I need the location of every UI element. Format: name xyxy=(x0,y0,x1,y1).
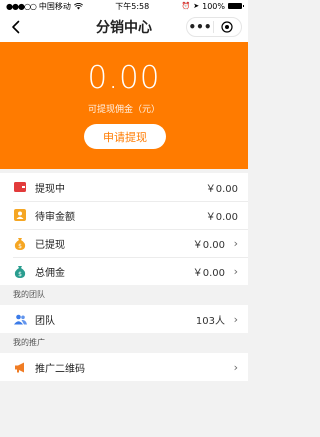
money-bag-icon: $ xyxy=(13,264,27,278)
team-list: 团队 103人 › xyxy=(0,305,248,333)
close-mini-program-button[interactable] xyxy=(214,21,240,33)
svg-text:$: $ xyxy=(18,271,22,278)
promo-section-header: 我的推广 xyxy=(13,338,45,347)
chevron-right-icon: › xyxy=(233,312,238,326)
chevron-right-icon: › xyxy=(233,360,238,374)
row-value: ￥0.00 xyxy=(205,211,238,223)
withdrawable-label: 可提现佣金（元） xyxy=(87,105,160,115)
commission-hero: 0.00 可提现佣金（元） 申请提现 xyxy=(0,42,248,169)
app-screen: ●●●○○ 中国移动 下午5:58 ⏰ ➤ 100% 分销中心 ••• 0.00… xyxy=(0,0,248,437)
mini-program-capsule: ••• xyxy=(186,17,242,37)
row-value: ￥0.00 xyxy=(192,239,225,251)
row-value: ￥0.00 xyxy=(205,183,238,195)
battery-percent: 100% xyxy=(202,1,225,11)
wallet-icon xyxy=(13,180,27,194)
wifi-icon xyxy=(73,2,83,9)
finance-row-pending: 待审金额 ￥0.00 xyxy=(0,201,248,229)
status-bar: ●●●○○ 中国移动 下午5:58 ⏰ ➤ 100% xyxy=(0,0,248,12)
user-card-icon xyxy=(13,208,27,222)
signal-icon: ●●●○○ xyxy=(6,1,37,11)
finance-row-total-commission[interactable]: $ 总佣金 ￥0.00 › xyxy=(0,257,248,285)
finance-list: 提现中 ￥0.00 待审金额 ￥0.00 $ 已提现 ￥0.00 › $ 总佣金… xyxy=(0,173,248,285)
row-label: 已提现 xyxy=(35,239,65,251)
row-label: 总佣金 xyxy=(35,267,65,279)
row-label: 推广二维码 xyxy=(35,363,85,375)
nav-bar: 分销中心 ••• xyxy=(0,12,248,42)
chevron-right-icon: › xyxy=(233,236,238,250)
withdrawable-amount: 0.00 xyxy=(87,60,161,96)
row-value: ￥0.00 xyxy=(192,267,225,279)
chevron-right-icon: › xyxy=(233,264,238,278)
alarm-icon: ⏰ xyxy=(181,2,191,10)
target-icon xyxy=(221,21,233,33)
location-icon: ➤ xyxy=(193,2,200,10)
team-section-header: 我的团队 xyxy=(13,290,45,299)
battery-icon xyxy=(228,3,244,9)
team-count: 103人 xyxy=(195,315,225,327)
megaphone-icon xyxy=(13,360,27,374)
finance-row-withdrawing: 提现中 ￥0.00 xyxy=(0,173,248,201)
row-label: 待审金额 xyxy=(35,211,75,223)
promo-qrcode-row[interactable]: 推广二维码 › xyxy=(0,353,248,381)
clock: 下午5:58 xyxy=(115,1,150,11)
svg-text:$: $ xyxy=(18,243,22,250)
finance-row-withdrawn[interactable]: $ 已提现 ￥0.00 › xyxy=(0,229,248,257)
row-label: 提现中 xyxy=(35,183,65,195)
row-label: 团队 xyxy=(35,315,55,327)
team-icon xyxy=(13,312,27,326)
apply-withdraw-button[interactable]: 申请提现 xyxy=(84,124,166,149)
more-menu-button[interactable]: ••• xyxy=(187,21,213,33)
team-row[interactable]: 团队 103人 › xyxy=(0,305,248,333)
promo-list: 推广二维码 › xyxy=(0,353,248,381)
money-bag-icon: $ xyxy=(13,236,27,250)
carrier-label: 中国移动 xyxy=(38,1,71,11)
